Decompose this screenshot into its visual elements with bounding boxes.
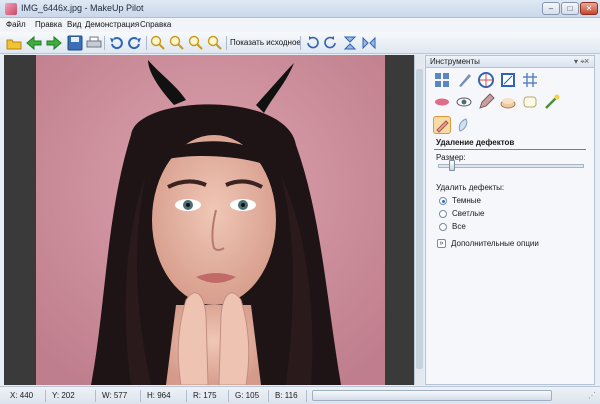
menu-bar: Файл Правка Вид Демонстрация Справка [0, 18, 600, 32]
undo-icon[interactable] [108, 35, 124, 51]
close-button[interactable]: ✕ [580, 2, 598, 15]
menu-edit[interactable]: Правка [35, 20, 62, 29]
status-x: X: 440 [10, 391, 34, 400]
status-y: Y: 202 [52, 391, 75, 400]
radio-dark-label[interactable]: Темные [452, 196, 481, 205]
zoom-fit-icon[interactable] [188, 35, 204, 51]
vertical-scrollbar[interactable] [414, 55, 424, 385]
panel-header: Инструменты ▾ ⌖ × [426, 56, 594, 68]
horizontal-scrollbar[interactable] [312, 390, 552, 401]
section-divider [434, 149, 586, 150]
back-arrow-icon[interactable] [26, 35, 42, 51]
panel-title: Инструменты [430, 57, 480, 66]
pencil-tool-icon[interactable] [477, 93, 495, 111]
color-wheel-icon[interactable] [477, 71, 495, 89]
size-slider-thumb[interactable] [449, 160, 455, 171]
powder-tool-icon[interactable] [499, 93, 517, 111]
expand-chevron-icon[interactable]: » [437, 239, 446, 248]
rotate-left-icon[interactable] [304, 35, 320, 51]
status-bar: X: 440 Y: 202 W: 577 H: 964 R: 175 G: 10… [0, 386, 600, 404]
flip-horizontal-icon[interactable] [361, 35, 377, 51]
wand-tool-icon[interactable] [543, 93, 561, 111]
remove-defects-label: Удалить дефекты: [436, 183, 505, 192]
hash-grid-icon[interactable] [521, 71, 539, 89]
status-b: B: 116 [275, 391, 298, 400]
eye-tool-icon[interactable] [455, 93, 473, 111]
rotate-right-icon[interactable] [323, 35, 339, 51]
print-icon[interactable] [86, 35, 102, 51]
show-original-button[interactable]: Показать исходное [230, 38, 301, 47]
image-canvas[interactable] [4, 55, 414, 385]
title-bar: IMG_6446x.jpg - MakeUp Pilot – □ ✕ [0, 0, 600, 18]
radio-dark[interactable] [439, 197, 447, 205]
open-icon[interactable] [6, 35, 22, 51]
resize-grip-icon[interactable]: ⋰ [588, 391, 596, 400]
status-h: H: 964 [147, 391, 171, 400]
zoom-actual-icon[interactable] [207, 35, 223, 51]
zoom-in-icon[interactable] [150, 35, 166, 51]
zoom-out-icon[interactable] [169, 35, 185, 51]
size-slider-track[interactable] [438, 164, 584, 168]
minimize-button[interactable]: – [542, 2, 560, 15]
app-icon [5, 3, 17, 15]
status-w: W: 577 [102, 391, 128, 400]
menu-view[interactable]: Вид [67, 20, 81, 29]
radio-all[interactable] [439, 223, 447, 231]
radio-light[interactable] [439, 210, 447, 218]
radio-light-label[interactable]: Светлые [452, 209, 484, 218]
portrait-photo [36, 55, 385, 385]
menu-file[interactable]: Файл [6, 20, 26, 29]
toolbar: Показать исходное [0, 32, 600, 54]
scroll-thumb[interactable] [416, 69, 423, 369]
menu-demo[interactable]: Демонстрация [85, 20, 139, 29]
menu-help[interactable]: Справка [140, 20, 171, 29]
window-title: IMG_6446x.jpg - MakeUp Pilot [21, 3, 144, 13]
radio-all-label[interactable]: Все [452, 222, 466, 231]
panel-close-button[interactable]: × [584, 56, 589, 66]
blemish-removal-tool-icon[interactable] [433, 116, 451, 134]
status-g: G: 105 [235, 391, 260, 400]
crop-tool-icon[interactable] [499, 71, 517, 89]
flip-vertical-icon[interactable] [342, 35, 358, 51]
teeth-tool-icon[interactable] [521, 93, 539, 111]
status-r: R: 175 [193, 391, 217, 400]
maximize-button[interactable]: □ [561, 2, 579, 15]
redo-icon[interactable] [127, 35, 143, 51]
section-title: Удаление дефектов [436, 138, 515, 147]
more-options-link[interactable]: Дополнительные опции [451, 239, 539, 248]
forward-arrow-icon[interactable] [46, 35, 62, 51]
smoothing-tool-icon[interactable] [455, 116, 473, 134]
save-icon[interactable] [67, 35, 83, 51]
tools-panel: Инструменты ▾ ⌖ × Удаление дефектов Разм… [425, 55, 595, 385]
brush-tool-icon[interactable] [455, 71, 473, 89]
grid-tool-icon[interactable] [433, 71, 451, 89]
lips-tool-icon[interactable] [433, 93, 451, 111]
